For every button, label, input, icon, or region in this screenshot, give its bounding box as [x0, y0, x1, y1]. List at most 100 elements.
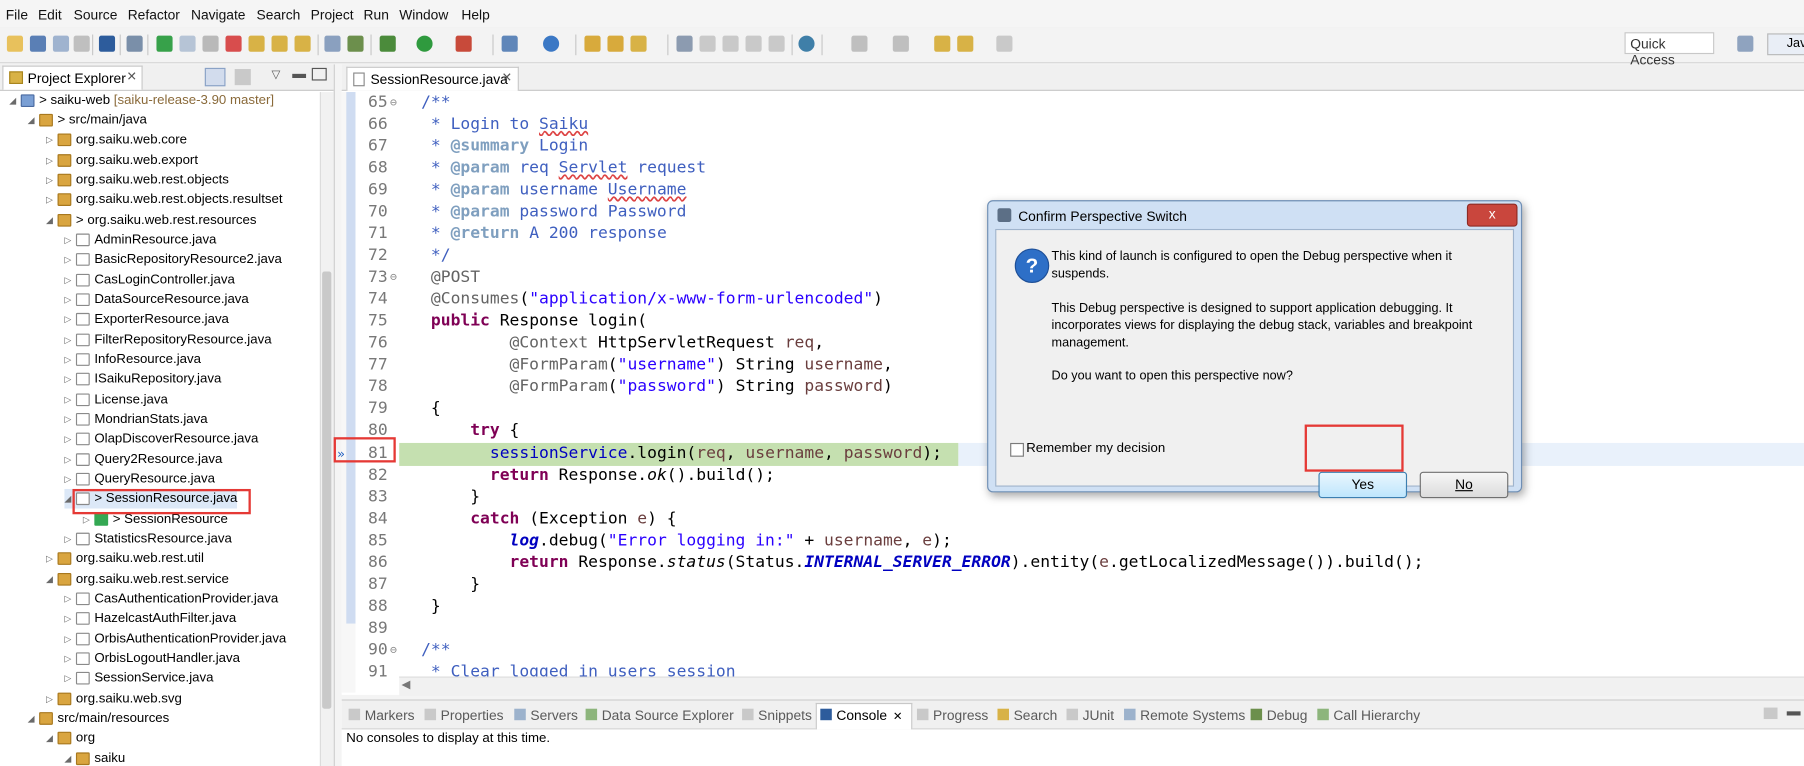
editor-horizontal-scrollbar[interactable]: ◀: [399, 676, 1804, 697]
tab-junit[interactable]: JUnit: [1066, 708, 1114, 724]
suspend-icon[interactable]: [179, 35, 196, 52]
step-over-icon[interactable]: [271, 35, 288, 52]
forward-icon[interactable]: [996, 35, 1013, 52]
code-line[interactable]: 85 log.debug("Error logging in:" + usern…: [342, 530, 1804, 552]
tree-item-file[interactable]: ▷ SessionService.java: [64, 668, 213, 688]
step-return-icon[interactable]: [294, 35, 311, 52]
no-button[interactable]: No: [1419, 471, 1509, 499]
tab-markers[interactable]: Markers: [348, 708, 415, 724]
quick-access-input[interactable]: Quick Access: [1624, 32, 1715, 68]
code-line[interactable]: 66 * Login to Saiku: [342, 114, 1804, 136]
next-annotation-icon[interactable]: [851, 35, 868, 52]
disconnect-icon[interactable]: [225, 35, 242, 52]
code-line[interactable]: 89: [342, 618, 1804, 640]
save-all-icon[interactable]: [52, 35, 70, 52]
show-whitespace-icon[interactable]: [722, 35, 739, 52]
tab-project-explorer[interactable]: Project Explorer ✕: [2, 65, 143, 90]
tree-item-file[interactable]: ▷ ISaikuRepository.java: [64, 369, 221, 389]
open-perspective-icon[interactable]: [1737, 35, 1754, 52]
tree-item-file[interactable]: ▷ AdminResource.java: [64, 230, 216, 250]
run-icon[interactable]: [416, 35, 433, 52]
show-source-icon[interactable]: [768, 35, 785, 52]
tree-item-file[interactable]: ▷ OrbisAuthenticationProvider.java: [64, 629, 286, 649]
close-icon[interactable]: ✕: [502, 70, 513, 85]
tab-servers[interactable]: Servers: [514, 708, 578, 724]
code-line[interactable]: 65 ⊖/**: [342, 92, 1804, 114]
view-menu-icon[interactable]: ▽: [272, 69, 281, 82]
code-line[interactable]: 87 }: [342, 574, 1804, 596]
code-line[interactable]: 69 * @param username Username: [342, 179, 1804, 201]
tree-item-package[interactable]: ◢ > org.saiku.web.rest.resources: [46, 211, 256, 231]
tree-item-file[interactable]: ▷ OrbisLogoutHandler.java: [64, 649, 240, 669]
tree-item-file[interactable]: ▷ InfoResource.java: [64, 350, 201, 370]
tree-item-saiku-web[interactable]: ◢ > saiku-web [saiku-release-3.90 master]: [9, 91, 274, 111]
tree-item-file[interactable]: ▷ License.java: [64, 390, 167, 410]
menu-search[interactable]: Search: [257, 7, 301, 23]
tree-item-src-main-java[interactable]: ◢ > src/main/java: [28, 110, 147, 130]
tab-progress[interactable]: Progress: [916, 708, 988, 724]
menu-refactor[interactable]: Refactor: [128, 7, 180, 23]
tree-item-package[interactable]: ▷ org.saiku.web.rest.objects.resultset: [46, 190, 283, 210]
toggle-word-wrap-icon[interactable]: [745, 35, 762, 52]
maximize-icon[interactable]: [311, 67, 327, 81]
menu-file[interactable]: File: [6, 7, 28, 23]
tree-item-file[interactable]: ▷ Query2Resource.java: [64, 450, 222, 470]
tree-item-file[interactable]: ▷ DataSourceResource.java: [64, 290, 248, 310]
code-line[interactable]: 86 return Response.status(Status.INTERNA…: [342, 552, 1804, 574]
menu-project[interactable]: Project: [311, 7, 354, 23]
tab-call-hierarchy[interactable]: Call Hierarchy: [1317, 708, 1420, 724]
tab-console[interactable]: Console ✕: [820, 708, 902, 724]
use-step-filters-icon[interactable]: [347, 35, 364, 52]
code-line[interactable]: 67 * @summary Login: [342, 136, 1804, 158]
print-icon[interactable]: [73, 35, 90, 52]
tree-item-file[interactable]: ▷ HazelcastAuthFilter.java: [64, 609, 236, 629]
back-icon[interactable]: [957, 35, 974, 52]
toggle-block-selection-icon[interactable]: [699, 35, 716, 52]
tree-item-file[interactable]: ▷ OlapDiscoverResource.java: [64, 429, 258, 449]
terminate-icon[interactable]: [202, 35, 219, 52]
tree-item-file[interactable]: ▷ StatisticsResource.java: [64, 529, 231, 549]
java-perspective-button[interactable]: Java: [1767, 33, 1804, 56]
new-server-icon[interactable]: [501, 35, 518, 52]
code-line[interactable]: 90 ⊖/**: [342, 640, 1804, 662]
tree-item-file[interactable]: ▷ QueryResource.java: [64, 469, 215, 489]
minimize-icon[interactable]: ▬: [292, 66, 306, 82]
tab-debug[interactable]: Debug: [1250, 708, 1307, 724]
code-line[interactable]: 88 }: [342, 596, 1804, 618]
last-edit-location-icon[interactable]: [934, 35, 951, 52]
menu-source[interactable]: Source: [74, 7, 118, 23]
resume-icon[interactable]: [156, 35, 173, 52]
menu-window[interactable]: Window: [399, 7, 448, 23]
tree-item-package[interactable]: ▷ org.saiku.web.export: [46, 151, 198, 171]
tree-item-package[interactable]: ◢ org.saiku.web.rest.service: [46, 569, 229, 589]
collapse-all-icon[interactable]: [234, 69, 251, 86]
tree-item-package[interactable]: ▷ org.saiku.web.rest.util: [46, 549, 204, 569]
tab-properties[interactable]: Properties: [424, 708, 504, 724]
open-task-icon[interactable]: [607, 35, 624, 52]
save-icon[interactable]: [29, 35, 47, 52]
tab-search[interactable]: Search: [997, 708, 1057, 724]
code-line[interactable]: 84 catch (Exception e) {: [342, 509, 1804, 531]
open-console-icon[interactable]: [1763, 707, 1778, 720]
new-icon[interactable]: [6, 35, 24, 52]
tree-item-file[interactable]: ▷ MondrianStats.java: [64, 410, 207, 430]
scroll-left-icon[interactable]: ◀: [402, 679, 411, 692]
menu-navigate[interactable]: Navigate: [191, 7, 246, 23]
tree-item-package[interactable]: ▷ org.saiku.web.svg: [46, 689, 182, 709]
tree-item-file[interactable]: ▷ CasLoginController.java: [64, 270, 234, 290]
tab-data-source-explorer[interactable]: Data Source Explorer: [585, 708, 734, 724]
run-external-tools-icon[interactable]: [455, 35, 472, 52]
close-icon[interactable]: ✕: [127, 69, 138, 84]
step-into-icon[interactable]: [248, 35, 265, 52]
skip-breakpoints-icon[interactable]: [126, 35, 143, 52]
tree-item-file[interactable]: ▷ BasicRepositoryResource2.java: [64, 250, 281, 270]
tree-item-file[interactable]: ▷ ExporterResource.java: [64, 309, 229, 329]
tree-item-file[interactable]: ▷ FilterRepositoryResource.java: [64, 330, 271, 350]
tree-item-file[interactable]: ▷ CasAuthenticationProvider.java: [64, 589, 278, 609]
web-browser-icon[interactable]: [798, 35, 815, 52]
dialog-close-button[interactable]: x: [1466, 203, 1518, 227]
tab-snippets[interactable]: Snippets: [742, 708, 812, 724]
remember-decision-checkbox[interactable]: [1010, 442, 1024, 457]
link-with-editor-icon[interactable]: [204, 67, 226, 87]
toggle-mark-occurrences-icon[interactable]: [676, 35, 693, 52]
